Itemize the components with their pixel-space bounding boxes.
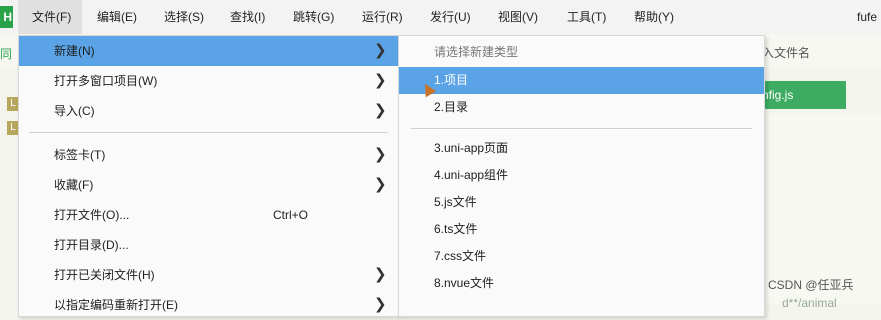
watermark: CSDN @任亚兵 <box>768 278 854 292</box>
app-logo: H <box>0 6 13 28</box>
menu-view[interactable]: 视图(V) <box>498 0 538 34</box>
toolbar-left-text[interactable]: 同 <box>0 45 12 62</box>
menu-divider <box>29 132 388 133</box>
chevron-right-icon: ❯ <box>374 102 387 119</box>
file-menu-open-multi-window[interactable]: 打开多窗口项目(W) ❯ <box>19 66 398 96</box>
submenu-header: 请选择新建类型 <box>399 39 764 66</box>
menu-item-label: 导入(C) <box>54 104 95 118</box>
file-menu-open-closed-file[interactable]: 打开已关闭文件(H) ❯ <box>19 260 398 290</box>
submenu-item-label: 6.ts文件 <box>434 222 478 236</box>
chevron-right-icon: ❯ <box>374 266 387 283</box>
chevron-right-icon: ❯ <box>374 296 387 313</box>
menu-help[interactable]: 帮助(Y) <box>634 0 674 34</box>
submenu-header-label: 请选择新建类型 <box>434 45 519 59</box>
submenu-item-label: 7.css文件 <box>434 249 487 263</box>
file-menu-favorites[interactable]: 收藏(F) ❯ <box>19 170 398 200</box>
new-directory-item[interactable]: 2.目录 <box>399 94 764 121</box>
menu-item-label: 标签卡(T) <box>54 148 106 162</box>
new-uniapp-page-item[interactable]: 3.uni-app页面 <box>399 135 764 162</box>
menu-file[interactable]: 文件(F) <box>18 0 82 34</box>
new-submenu: 请选择新建类型 1.项目 2.目录 3.uni-app页面 4.uni-app组… <box>398 35 765 317</box>
new-project-item[interactable]: 1.项目 <box>399 67 764 94</box>
submenu-item-label: 8.nvue文件 <box>434 276 495 290</box>
submenu-item-label: 5.js文件 <box>434 195 477 209</box>
menu-goto[interactable]: 跳转(G) <box>293 0 334 34</box>
menu-select[interactable]: 选择(S) <box>164 0 204 34</box>
chevron-right-icon: ❯ <box>374 42 387 59</box>
file-search-placeholder[interactable]: 入文件名 <box>762 44 810 61</box>
menu-item-label: 以指定编码重新打开(E) <box>54 298 178 312</box>
menu-publish[interactable]: 发行(U) <box>430 0 471 34</box>
new-nvue-file-item[interactable]: 8.nvue文件 <box>399 270 764 297</box>
chevron-right-icon: ❯ <box>374 176 387 193</box>
menu-item-label: 新建(N) <box>54 44 95 58</box>
new-ts-file-item[interactable]: 6.ts文件 <box>399 216 764 243</box>
menu-find[interactable]: 查找(I) <box>230 0 265 34</box>
file-menu-open-folder[interactable]: 打开目录(D)... <box>19 230 398 260</box>
submenu-item-label: 3.uni-app页面 <box>434 141 509 155</box>
menu-item-label: 打开文件(O)... <box>54 208 130 222</box>
new-css-file-item[interactable]: 7.css文件 <box>399 243 764 270</box>
menu-bar: H 文件(F) 编辑(E) 选择(S) 查找(I) 跳转(G) 运行(R) 发行… <box>0 0 881 34</box>
file-menu: 新建(N) ❯ 打开多窗口项目(W) ❯ 导入(C) ❯ 标签卡(T) ❯ 收藏… <box>18 35 399 317</box>
menu-edit[interactable]: 编辑(E) <box>97 0 137 34</box>
file-menu-import[interactable]: 导入(C) ❯ <box>19 96 398 126</box>
submenu-item-label: 1.项目 <box>434 73 469 87</box>
file-menu-open-file[interactable]: 打开文件(O)... Ctrl+O <box>19 200 398 230</box>
chevron-right-icon: ❯ <box>374 72 387 89</box>
new-uniapp-component-item[interactable]: 4.uni-app组件 <box>399 162 764 189</box>
menu-item-shortcut: Ctrl+O <box>273 208 309 222</box>
menu-item-label: 打开多窗口项目(W) <box>54 74 158 88</box>
file-menu-tabs[interactable]: 标签卡(T) ❯ <box>19 140 398 170</box>
menu-item-label: 收藏(F) <box>54 178 94 192</box>
menu-tools[interactable]: 工具(T) <box>567 0 606 34</box>
submenu-item-label: 2.目录 <box>434 100 469 114</box>
file-menu-new[interactable]: 新建(N) ❯ <box>19 36 398 66</box>
menu-run[interactable]: 运行(R) <box>362 0 403 34</box>
menu-item-label: 打开目录(D)... <box>54 238 129 252</box>
file-menu-reopen-with-encoding[interactable]: 以指定编码重新打开(E) ❯ <box>19 290 398 320</box>
window-title: fufe <box>857 10 878 24</box>
editor-code-text: d**/animal <box>782 296 837 310</box>
menu-divider <box>411 128 752 129</box>
editor-file-tab[interactable]: nfig.js <box>760 81 846 109</box>
submenu-item-label: 4.uni-app组件 <box>434 168 509 182</box>
new-js-file-item[interactable]: 5.js文件 <box>399 189 764 216</box>
menu-item-label: 打开已关闭文件(H) <box>54 268 155 282</box>
chevron-right-icon: ❯ <box>374 146 387 163</box>
